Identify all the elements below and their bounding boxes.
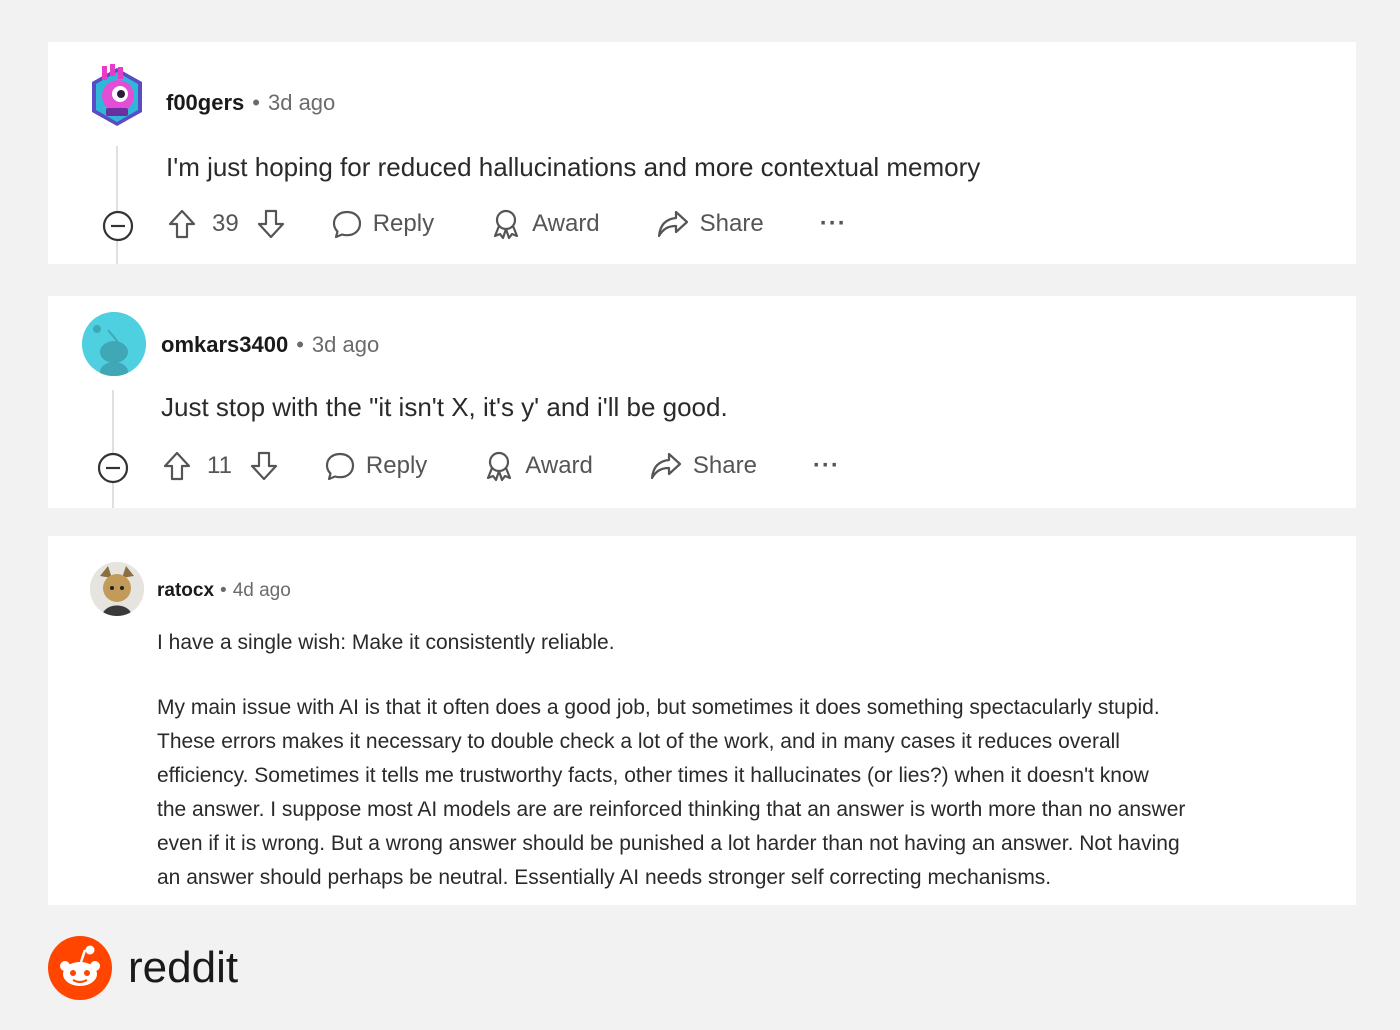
upvote-arrow-icon [168,209,196,239]
award-button[interactable]: Award [483,450,593,482]
anime-character-avatar-icon [90,562,144,616]
body-line: even if it is wrong. But a wrong answer … [157,832,1180,855]
username[interactable]: ratocx [157,580,214,602]
award-label: Award [525,452,593,479]
speech-bubble-icon [325,452,355,481]
separator-dot: • [220,580,227,601]
comment-body: Just stop with the "it isn't X, it's y' … [161,392,728,422]
collapse-button[interactable] [97,452,129,489]
body-line: My main issue with AI is that it often d… [157,696,1160,719]
more-options-icon: ··· [819,210,847,237]
comment-card: ratocx • 4d ago I have a single wish: Ma… [48,536,1356,905]
share-label: Share [699,210,764,237]
share-button[interactable]: Share [649,450,757,482]
user-avatar[interactable] [90,562,144,616]
reddit-wordmark: reddit [128,943,239,992]
downvote-button[interactable] [255,208,287,240]
reddit-logo: reddit [48,936,238,1000]
reddit-snoo-icon [48,936,112,1000]
reply-button[interactable]: Reply [324,450,427,482]
share-button[interactable]: Share [656,208,764,240]
user-avatar[interactable] [82,312,146,376]
collapse-button[interactable] [102,210,134,247]
comment-body: I'm just hoping for reduced hallucinatio… [166,152,981,182]
share-arrow-icon [650,452,681,480]
body-line: the answer. I suppose most AI models are… [157,798,1186,821]
separator-dot: • [252,90,260,115]
reply-button[interactable]: Reply [331,208,434,240]
comment-body-paragraph: My main issue with AI is that it often d… [157,691,1185,895]
comment-card: f00gers • 3d ago I'm just hoping for red… [48,42,1356,264]
share-arrow-icon [657,210,688,238]
username[interactable]: f00gers [166,90,244,116]
timestamp[interactable]: 4d ago [233,580,291,602]
thread-line [112,390,114,508]
upvote-button[interactable] [161,450,193,482]
user-avatar[interactable] [88,64,146,130]
robot-avatar-icon [92,64,142,126]
downvote-button[interactable] [248,450,280,482]
username[interactable]: omkars3400 [161,332,288,358]
comment-meta: ratocx • 4d ago [157,580,291,602]
comment-card: omkars3400 • 3d ago Just stop with the "… [48,296,1356,508]
comment-actions: 39 Reply Award Share ··· [166,208,847,240]
upvote-button[interactable] [166,208,198,240]
downvote-arrow-icon [257,209,284,239]
more-options-button[interactable]: ··· [813,452,840,480]
share-label: Share [692,452,757,479]
timestamp[interactable]: 3d ago [268,90,335,116]
collapse-minus-icon [102,210,134,242]
body-line: These errors makes it necessary to doubl… [157,730,1120,753]
award-label: Award [532,210,600,237]
reply-label: Reply [365,452,428,479]
more-options-button[interactable]: ··· [820,210,847,238]
more-options-icon: ··· [812,452,840,479]
upvote-arrow-icon [163,451,191,481]
comment-meta: f00gers • 3d ago [166,90,335,116]
snoo-avatar-icon [82,312,146,376]
award-button[interactable]: Award [490,208,600,240]
body-line: efficiency. Sometimes it tells me trustw… [157,764,1149,787]
separator-dot: • [296,332,304,357]
comment-body-paragraph: I have a single wish: Make it consistent… [157,631,615,654]
downvote-arrow-icon [250,451,278,481]
vote-score: 39 [212,210,239,237]
body-line: an answer should perhaps be neutral. Ess… [157,866,1052,889]
reply-label: Reply [372,210,435,237]
comment-actions: 11 Reply Award Share ··· [161,450,840,482]
award-ribbon-icon [493,209,519,240]
collapse-minus-icon [97,452,129,484]
speech-bubble-icon [332,210,361,239]
award-ribbon-icon [487,451,512,482]
vote-score: 11 [207,452,232,479]
comment-meta: omkars3400 • 3d ago [161,332,379,358]
timestamp[interactable]: 3d ago [312,332,379,358]
